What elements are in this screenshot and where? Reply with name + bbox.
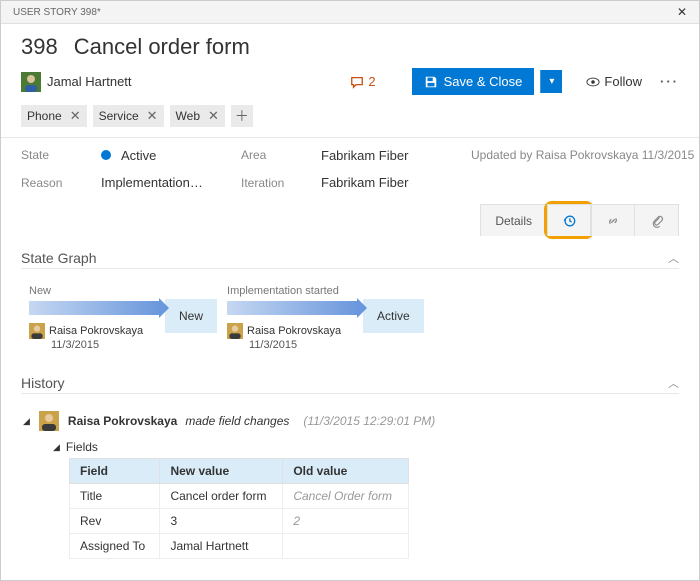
tag-remove-icon[interactable]: ✕	[208, 108, 219, 124]
meta-row: Jamal Hartnett 2 Save & Close ▾ Follow ·…	[1, 66, 699, 105]
window-header: USER STORY 398* ✕	[1, 1, 699, 24]
state-graph-title: State Graph	[21, 250, 97, 266]
user-avatar-icon	[38, 410, 60, 432]
tag-remove-icon[interactable]: ✕	[70, 108, 81, 124]
chevron-up-icon[interactable]: ︿	[668, 250, 679, 266]
transition-new-label: New	[29, 285, 51, 297]
work-item-type-label: USER STORY 398*	[13, 7, 101, 18]
attachment-icon	[650, 214, 664, 228]
work-item-id: 398	[21, 34, 58, 60]
user-avatar-icon	[29, 323, 45, 339]
tab-history[interactable]	[547, 204, 591, 236]
state-label: State	[21, 148, 91, 162]
transition-new-date: 11/3/2015	[51, 339, 99, 351]
history-title: History	[21, 375, 65, 391]
reason-label: Reason	[21, 176, 91, 190]
state-dot-icon	[101, 150, 111, 160]
state-graph-header[interactable]: State Graph ︿	[21, 244, 679, 269]
comment-icon	[350, 75, 364, 89]
state-value[interactable]: Active	[101, 148, 231, 163]
table-row: Rev 3 2	[70, 509, 409, 534]
transition-arrow-icon	[29, 301, 159, 315]
chevron-up-icon[interactable]: ︿	[668, 375, 679, 391]
history-icon	[562, 214, 576, 228]
more-actions-icon[interactable]: ···	[660, 74, 679, 89]
table-row: Assigned To Jamal Hartnett	[70, 534, 409, 559]
tab-links[interactable]	[591, 204, 635, 236]
expand-toggle-icon[interactable]: ◢	[23, 416, 30, 427]
tab-bar: Details	[1, 200, 699, 236]
col-new-value: New value	[160, 459, 283, 484]
history-entry: ◢ Raisa Pokrovskaya made field changes (…	[21, 404, 679, 559]
content-area: State Graph ︿ New Raisa Pokrovskaya 11/3…	[1, 236, 699, 580]
save-icon	[424, 75, 438, 89]
updated-by-text: Updated by Raisa Pokrovskaya 11/3/2015	[471, 148, 694, 162]
history-user: Raisa Pokrovskaya	[68, 414, 177, 428]
col-old-value: Old value	[283, 459, 409, 484]
tags-row: Phone✕ Service✕ Web✕ ＋	[1, 105, 699, 137]
title-row: 398 Cancel order form	[1, 24, 699, 66]
tab-details[interactable]: Details	[480, 204, 547, 236]
link-icon	[606, 214, 620, 228]
history-tab-highlight	[544, 201, 594, 239]
iteration-label: Iteration	[241, 176, 311, 190]
assignee-avatar[interactable]	[21, 72, 41, 92]
expand-toggle-icon[interactable]: ◢	[53, 442, 60, 453]
user-avatar-icon	[227, 323, 243, 339]
save-dropdown-button[interactable]: ▾	[540, 70, 562, 93]
table-row: Title Cancel order form Cancel Order for…	[70, 484, 409, 509]
add-tag-button[interactable]: ＋	[231, 105, 253, 127]
transition-active-date: 11/3/2015	[249, 339, 297, 351]
discussion-count[interactable]: 2	[350, 74, 375, 89]
transition-new-user: Raisa Pokrovskaya	[29, 323, 143, 339]
fields-row: State Reason Active Implementation… Area…	[1, 138, 699, 196]
transition-active-user: Raisa Pokrovskaya	[227, 323, 341, 339]
history-action: made field changes	[185, 414, 289, 428]
tag-remove-icon[interactable]: ✕	[147, 108, 158, 124]
area-value[interactable]: Fabrikam Fiber	[321, 148, 461, 163]
history-fields-title: Fields	[66, 440, 98, 454]
state-node-active: Active	[363, 299, 424, 333]
reason-value[interactable]: Implementation…	[101, 175, 231, 190]
work-item-title[interactable]: Cancel order form	[74, 34, 250, 60]
eye-icon	[586, 75, 600, 89]
state-node-new: New	[165, 299, 217, 333]
col-field: Field	[70, 459, 160, 484]
state-graph: New Raisa Pokrovskaya 11/3/2015 New Impl…	[21, 279, 679, 369]
transition-arrow-icon	[227, 301, 357, 315]
work-item-window: USER STORY 398* ✕ 398 Cancel order form …	[0, 0, 700, 581]
save-and-close-button[interactable]: Save & Close	[412, 68, 535, 95]
transition-active-label: Implementation started	[227, 285, 339, 297]
tag-service[interactable]: Service✕	[93, 105, 164, 127]
history-time: (11/3/2015 12:29:01 PM)	[303, 414, 435, 428]
area-label: Area	[241, 148, 311, 162]
history-fields-table: Field New value Old value Title Cancel o…	[69, 458, 409, 559]
iteration-value[interactable]: Fabrikam Fiber	[321, 175, 461, 190]
history-header[interactable]: History ︿	[21, 369, 679, 394]
follow-button[interactable]: Follow	[586, 74, 642, 89]
tag-web[interactable]: Web✕	[170, 105, 225, 127]
assignee-name[interactable]: Jamal Hartnett	[47, 74, 132, 89]
tag-phone[interactable]: Phone✕	[21, 105, 87, 127]
close-icon[interactable]: ✕	[677, 5, 687, 19]
tab-attachments[interactable]	[635, 204, 679, 236]
